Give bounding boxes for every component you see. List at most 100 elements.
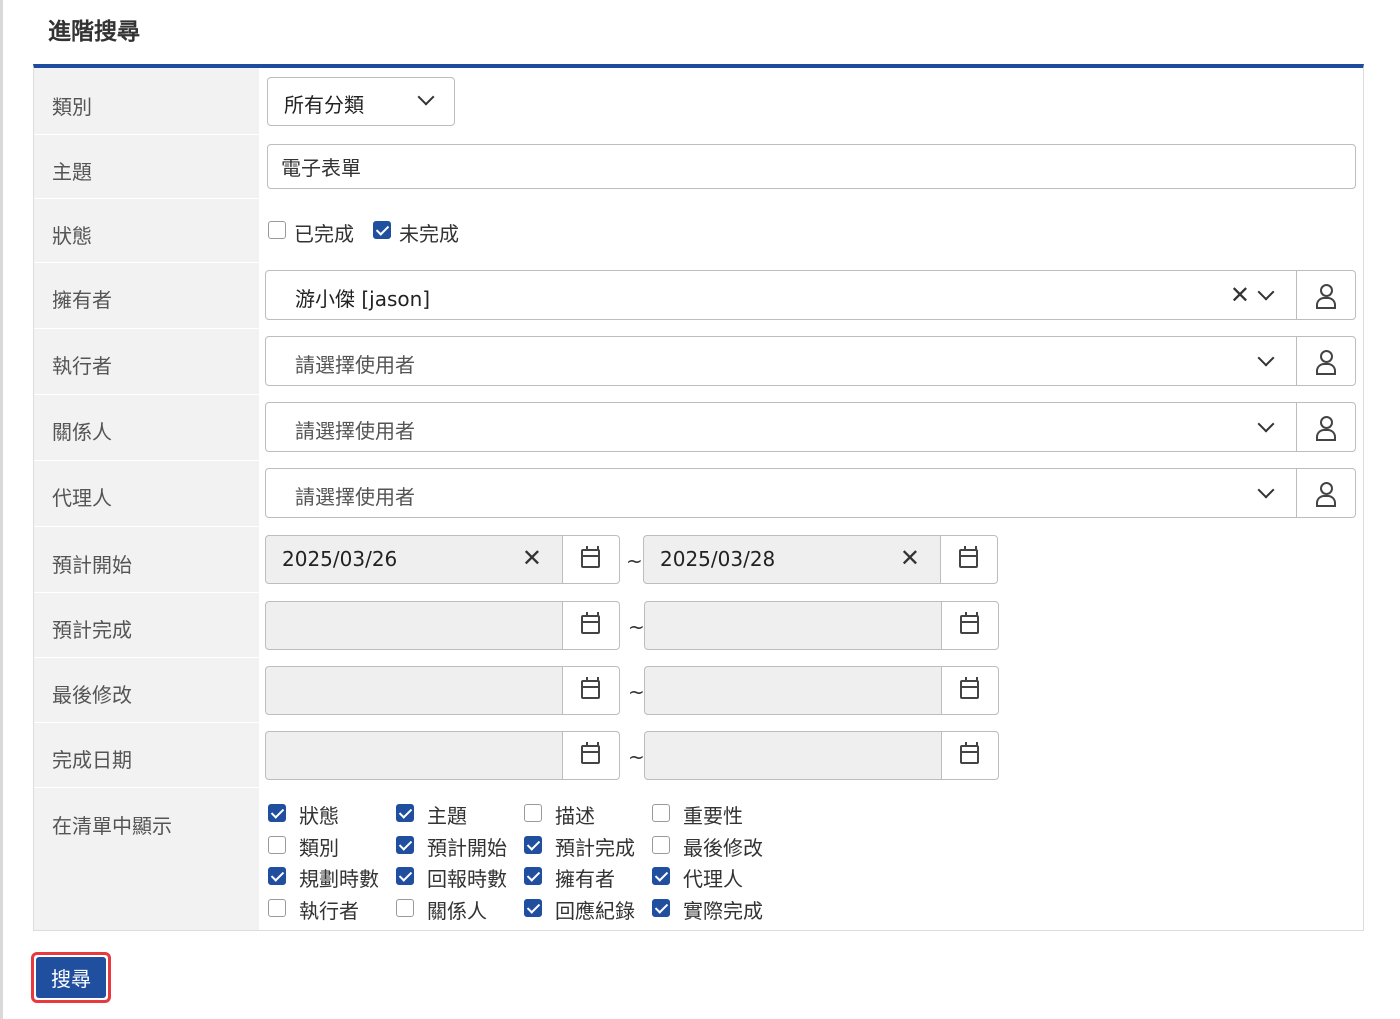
column-checkbox[interactable] — [396, 804, 414, 822]
divider — [1296, 336, 1297, 386]
column-checkbox[interactable] — [524, 899, 542, 917]
user-icon[interactable] — [1315, 416, 1336, 441]
column-checkbox[interactable] — [524, 867, 542, 885]
category-selected-value: 所有分類 — [284, 93, 364, 117]
search-button[interactable]: 搜尋 — [36, 957, 106, 998]
calendar-icon — [581, 742, 600, 764]
range-separator: ~ — [628, 615, 645, 639]
date-value: 2025/03/28 — [660, 547, 776, 571]
column-checkbox[interactable] — [268, 867, 286, 885]
close-icon[interactable]: ✕ — [522, 544, 542, 572]
category-select[interactable]: 所有分類 — [267, 77, 455, 126]
completed-date-from — [265, 731, 621, 780]
date-input[interactable] — [644, 731, 942, 780]
executor-picker[interactable]: 請選擇使用者 — [265, 336, 1356, 386]
chevron-down-icon — [417, 88, 435, 106]
calendar-button[interactable] — [562, 731, 620, 780]
column-checkbox[interactable] — [268, 836, 286, 854]
column-label: 實際完成 — [683, 899, 763, 923]
row-divider — [34, 460, 259, 461]
page-title: 進階搜尋 — [48, 19, 140, 45]
calendar-icon — [581, 612, 600, 634]
calendar-button[interactable] — [562, 601, 620, 650]
calendar-icon — [960, 742, 979, 764]
column-label: 重要性 — [683, 804, 743, 828]
planned-start-from: 2025/03/26 ✕ — [265, 535, 621, 584]
row-divider — [34, 526, 259, 527]
column-checkbox[interactable] — [652, 836, 670, 854]
close-icon[interactable]: ✕ — [1230, 281, 1250, 309]
search-form: 類別 主題 狀態 擁有者 執行者 關係人 代理人 預計開始 預計完成 最後修改 … — [33, 64, 1364, 931]
row-divider — [34, 134, 259, 135]
date-input[interactable] — [265, 731, 563, 780]
chevron-down-icon[interactable] — [1257, 283, 1275, 301]
date-input[interactable]: 2025/03/28 ✕ — [643, 535, 941, 584]
calendar-icon — [959, 546, 978, 568]
column-label: 狀態 — [299, 804, 339, 828]
related-placeholder: 請選擇使用者 — [295, 419, 415, 443]
column-checkbox[interactable] — [396, 867, 414, 885]
related-picker[interactable]: 請選擇使用者 — [265, 402, 1356, 452]
owner-picker[interactable]: 游小傑 [jason] ✕ — [265, 270, 1356, 320]
column-checkbox[interactable] — [524, 836, 542, 854]
completed-date-to — [644, 731, 1000, 780]
user-icon[interactable] — [1315, 284, 1336, 309]
row-divider — [34, 262, 259, 263]
calendar-icon — [960, 677, 979, 699]
proxy-label: 代理人 — [52, 486, 112, 510]
date-input[interactable]: 2025/03/26 ✕ — [265, 535, 563, 584]
column-checkbox[interactable] — [652, 804, 670, 822]
subject-input[interactable] — [267, 144, 1356, 189]
calendar-button[interactable] — [562, 535, 620, 584]
column-label: 主題 — [427, 804, 467, 828]
chevron-down-icon[interactable] — [1257, 481, 1275, 499]
row-divider — [34, 787, 259, 788]
column-checkbox[interactable] — [268, 804, 286, 822]
column-checkbox[interactable] — [396, 836, 414, 854]
column-label: 回應紀錄 — [555, 899, 635, 923]
calendar-button[interactable] — [941, 601, 999, 650]
user-icon[interactable] — [1315, 350, 1336, 375]
owner-label: 擁有者 — [52, 288, 112, 312]
calendar-button[interactable] — [941, 666, 999, 715]
column-label: 關係人 — [427, 899, 487, 923]
status-incomplete-checkbox[interactable] — [373, 221, 391, 239]
row-divider — [34, 328, 259, 329]
last-modified-to — [644, 666, 1000, 715]
proxy-placeholder: 請選擇使用者 — [295, 485, 415, 509]
column-checkbox[interactable] — [396, 899, 414, 917]
date-input[interactable] — [265, 666, 563, 715]
range-separator: ~ — [628, 680, 645, 704]
label-column: 類別 主題 狀態 擁有者 執行者 關係人 代理人 預計開始 預計完成 最後修改 … — [34, 68, 259, 930]
column-checkbox[interactable] — [524, 804, 542, 822]
calendar-button[interactable] — [941, 731, 999, 780]
related-label: 關係人 — [52, 420, 112, 444]
close-icon[interactable]: ✕ — [900, 544, 920, 572]
show-in-list-label: 在清單中顯示 — [52, 814, 172, 838]
chevron-down-icon[interactable] — [1257, 415, 1275, 433]
subject-label: 主題 — [52, 160, 92, 184]
last-modified-label: 最後修改 — [52, 683, 132, 707]
status-completed-checkbox[interactable] — [268, 221, 286, 239]
column-checkbox[interactable] — [652, 899, 670, 917]
date-input[interactable] — [644, 666, 942, 715]
user-icon[interactable] — [1315, 482, 1336, 507]
column-label: 預計完成 — [555, 836, 635, 860]
date-input[interactable] — [265, 601, 563, 650]
row-divider — [34, 722, 259, 723]
calendar-button[interactable] — [940, 535, 998, 584]
row-divider — [34, 657, 259, 658]
column-checkbox[interactable] — [268, 899, 286, 917]
completed-date-label: 完成日期 — [52, 748, 132, 772]
row-divider — [34, 394, 259, 395]
proxy-picker[interactable]: 請選擇使用者 — [265, 468, 1356, 518]
row-divider — [34, 592, 259, 593]
calendar-button[interactable] — [562, 666, 620, 715]
column-checkbox[interactable] — [652, 867, 670, 885]
date-value: 2025/03/26 — [282, 547, 398, 571]
date-input[interactable] — [644, 601, 942, 650]
chevron-down-icon[interactable] — [1257, 349, 1275, 367]
left-border — [0, 0, 3, 1019]
column-label: 擁有者 — [555, 867, 615, 891]
divider — [1296, 402, 1297, 452]
